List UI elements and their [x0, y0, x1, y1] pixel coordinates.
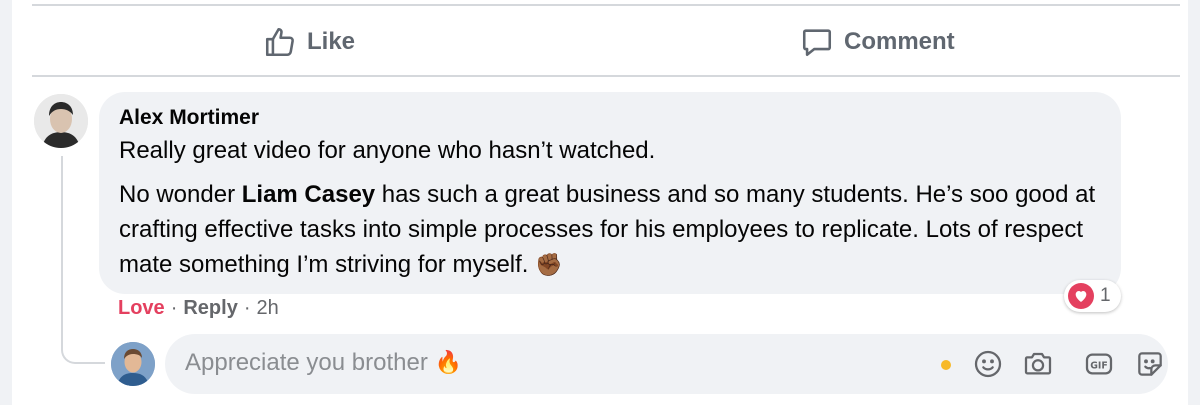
love-reaction-link[interactable]: Love — [118, 297, 165, 320]
actions-divider — [32, 75, 1180, 77]
like-label: Like — [307, 28, 356, 55]
separator-dot: · — [243, 297, 251, 319]
reply-link[interactable]: Reply — [183, 297, 237, 320]
paragraph-text-start: No wonder — [119, 181, 242, 208]
comment-timestamp[interactable]: 2h — [257, 297, 279, 320]
reply-input-text[interactable]: Appreciate you brother 🔥 — [185, 347, 462, 380]
typing-indicator-dot — [941, 360, 951, 370]
like-button[interactable]: Like — [263, 22, 355, 62]
avatar[interactable] — [34, 94, 88, 148]
comment-text-line: Really great video for anyone who hasn’t… — [119, 137, 656, 164]
avatar[interactable] — [111, 342, 155, 386]
top-divider — [32, 4, 1180, 6]
mention-link[interactable]: Liam Casey — [242, 181, 375, 208]
speech-bubble-icon — [800, 25, 834, 59]
reaction-count-badge[interactable]: 1 — [1064, 280, 1121, 312]
comment-section: Like Comment Alex Mortimer Really great … — [12, 0, 1188, 405]
comment-paragraph: No wonder Liam Casey has such a great bu… — [119, 177, 1099, 283]
reaction-count: 1 — [1100, 285, 1111, 306]
separator-dot: · — [170, 297, 178, 319]
sticker-icon[interactable] — [1134, 348, 1166, 380]
comment-author[interactable]: Alex Mortimer — [119, 105, 1099, 131]
comment-label: Comment — [844, 28, 955, 55]
fire-emoji: 🔥 — [434, 350, 462, 376]
thumbs-up-icon — [263, 25, 297, 59]
heart-icon — [1068, 283, 1094, 309]
smiley-icon[interactable] — [972, 348, 1004, 380]
reply-draft: Appreciate you brother — [185, 349, 435, 376]
camera-icon[interactable] — [1022, 348, 1054, 380]
reply-composer[interactable]: Appreciate you brother 🔥 GIF — [165, 334, 1168, 394]
raised-fist-emoji: ✊🏾 — [535, 253, 563, 279]
svg-text:GIF: GIF — [1090, 360, 1108, 371]
comment-meta: Love · Reply · 2h — [118, 297, 279, 320]
comment-bubble: Alex Mortimer Really great video for any… — [99, 92, 1121, 294]
gif-icon[interactable]: GIF — [1083, 348, 1115, 380]
comment-button[interactable]: Comment — [800, 22, 955, 62]
